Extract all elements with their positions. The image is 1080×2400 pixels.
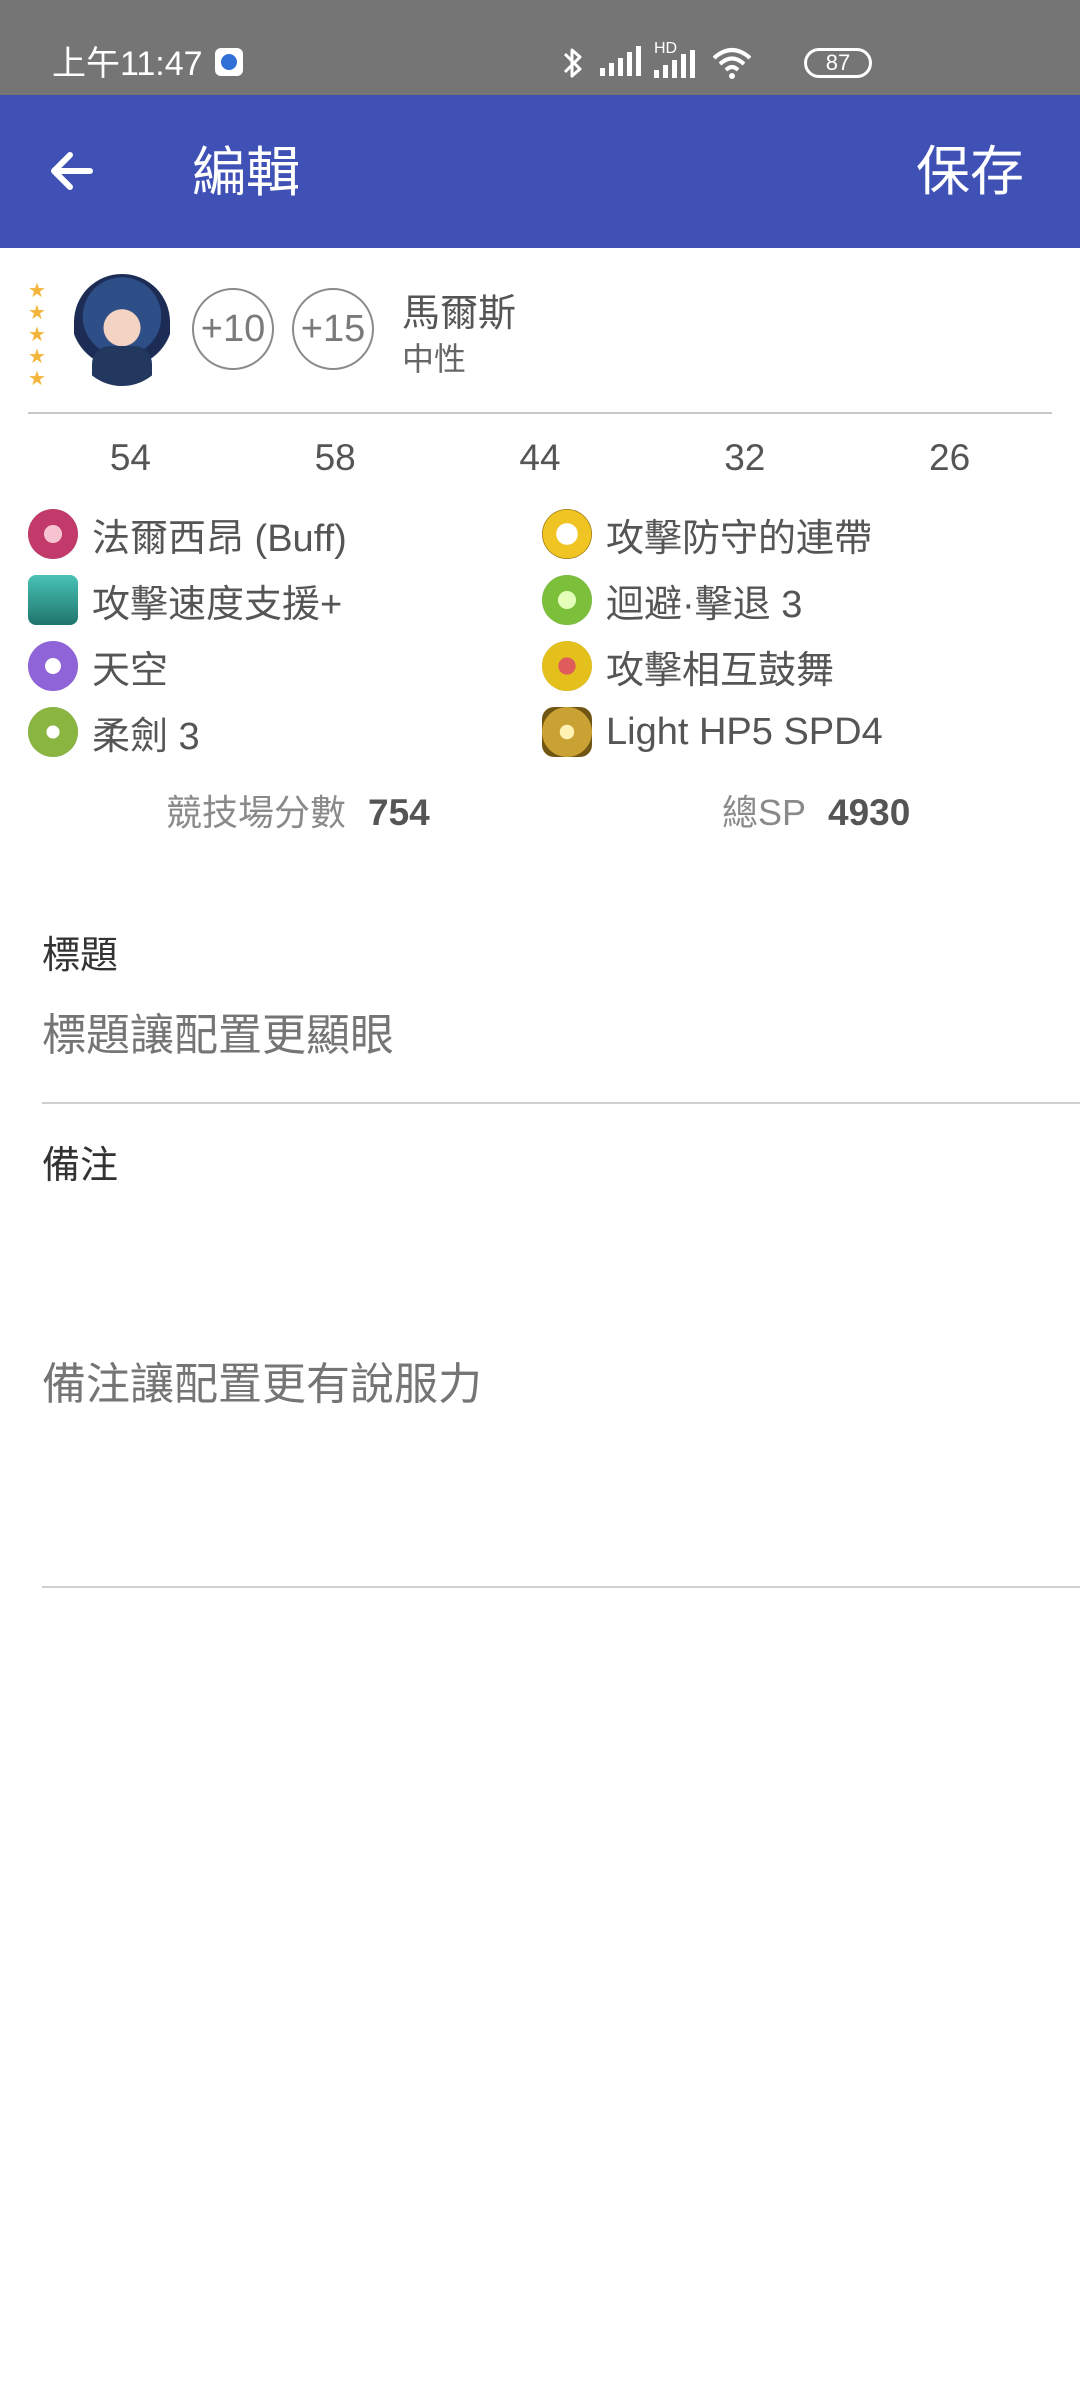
title-label: 標題: [42, 935, 119, 977]
a-skill-icon: [542, 509, 592, 559]
page-title: 編輯: [192, 143, 300, 203]
back-arrow-icon[interactable]: [40, 139, 104, 203]
skill-label: Light HP5 SPD4: [606, 710, 883, 753]
skill-b[interactable]: 迴避·擊退 3: [542, 570, 802, 630]
divider: [28, 412, 1052, 414]
skill-a[interactable]: 攻擊防守的連帶: [542, 504, 872, 564]
status-time: 上午11:47: [52, 45, 203, 83]
skill-blessing[interactable]: Light HP5 SPD4: [542, 702, 883, 762]
bluetooth-icon: [563, 48, 582, 78]
title-input[interactable]: [42, 1004, 1080, 1068]
wifi-icon: [712, 48, 752, 79]
stat-hp: 54: [109, 437, 151, 478]
stat-spd: 44: [519, 437, 561, 478]
sacred-seal-icon: [28, 707, 78, 757]
star-icon: ★: [28, 368, 46, 390]
special-icon: [28, 641, 78, 691]
skill-special[interactable]: 天空: [28, 636, 168, 696]
skill-label: 法爾西昂 (Buff): [92, 517, 347, 560]
total-sp: 總SP 4930: [722, 784, 910, 844]
hero-summary[interactable]: ★ ★ ★ ★ ★ +10 +15 馬爾斯 中性: [0, 260, 1080, 410]
c-skill-icon: [542, 641, 592, 691]
blessing-icon: [542, 707, 592, 757]
skill-label: 攻擊相互鼓舞: [606, 649, 835, 692]
status-bar: 上午11:47 HD 87: [0, 0, 1080, 95]
star-icon: ★: [28, 346, 46, 368]
stat-atk: 58: [314, 437, 356, 478]
skill-c[interactable]: 攻擊相互鼓舞: [542, 636, 834, 696]
notes-input[interactable]: [42, 1348, 1080, 1438]
skill-label: 攻擊速度支援+: [92, 583, 343, 626]
rarity-stars: ★ ★ ★ ★ ★: [28, 280, 48, 390]
skill-label: 攻擊防守的連帶: [606, 517, 873, 560]
total-sp-label: 總SP: [722, 792, 807, 833]
skill-label: 天空: [92, 649, 169, 692]
battery-indicator: 87: [804, 48, 872, 78]
hero-avatar[interactable]: [74, 274, 170, 386]
signal-icon-1: [600, 46, 641, 76]
hero-name: 馬爾斯: [402, 293, 517, 335]
app-bar: 編輯 保存: [0, 95, 1080, 248]
arena-score: 競技場分數 754: [166, 784, 430, 844]
skill-sacred-seal[interactable]: 柔劍 3: [28, 702, 200, 762]
assist-icon: [28, 575, 78, 625]
hero-type: 中性: [402, 341, 467, 377]
signal-icon-2: [654, 48, 695, 78]
stat-res: 26: [929, 437, 971, 478]
merge-level-button[interactable]: +10: [192, 288, 274, 370]
skill-label: 柔劍 3: [92, 715, 200, 758]
total-sp-value: 4930: [828, 792, 911, 833]
app-notification-icon: [215, 48, 243, 76]
save-button[interactable]: 保存: [916, 139, 1024, 205]
battery-level: 87: [825, 50, 851, 75]
notes-label: 備注: [42, 1145, 119, 1187]
stat-def: 32: [724, 437, 766, 478]
skill-assist[interactable]: 攻擊速度支援+: [28, 570, 342, 630]
weapon-icon: [28, 509, 78, 559]
dragonflower-level-button[interactable]: +15: [292, 288, 374, 370]
star-icon: ★: [28, 324, 46, 346]
stats-row: 54 58 44 32 26: [28, 428, 1052, 488]
arena-score-value: 754: [368, 792, 430, 833]
skill-weapon[interactable]: 法爾西昂 (Buff): [28, 504, 347, 564]
star-icon: ★: [28, 280, 46, 302]
title-underline: [42, 1102, 1080, 1104]
b-skill-icon: [542, 575, 592, 625]
star-icon: ★: [28, 302, 46, 324]
arena-score-label: 競技場分數: [166, 792, 347, 833]
notes-underline: [42, 1586, 1080, 1588]
skill-label: 迴避·擊退 3: [606, 583, 803, 626]
